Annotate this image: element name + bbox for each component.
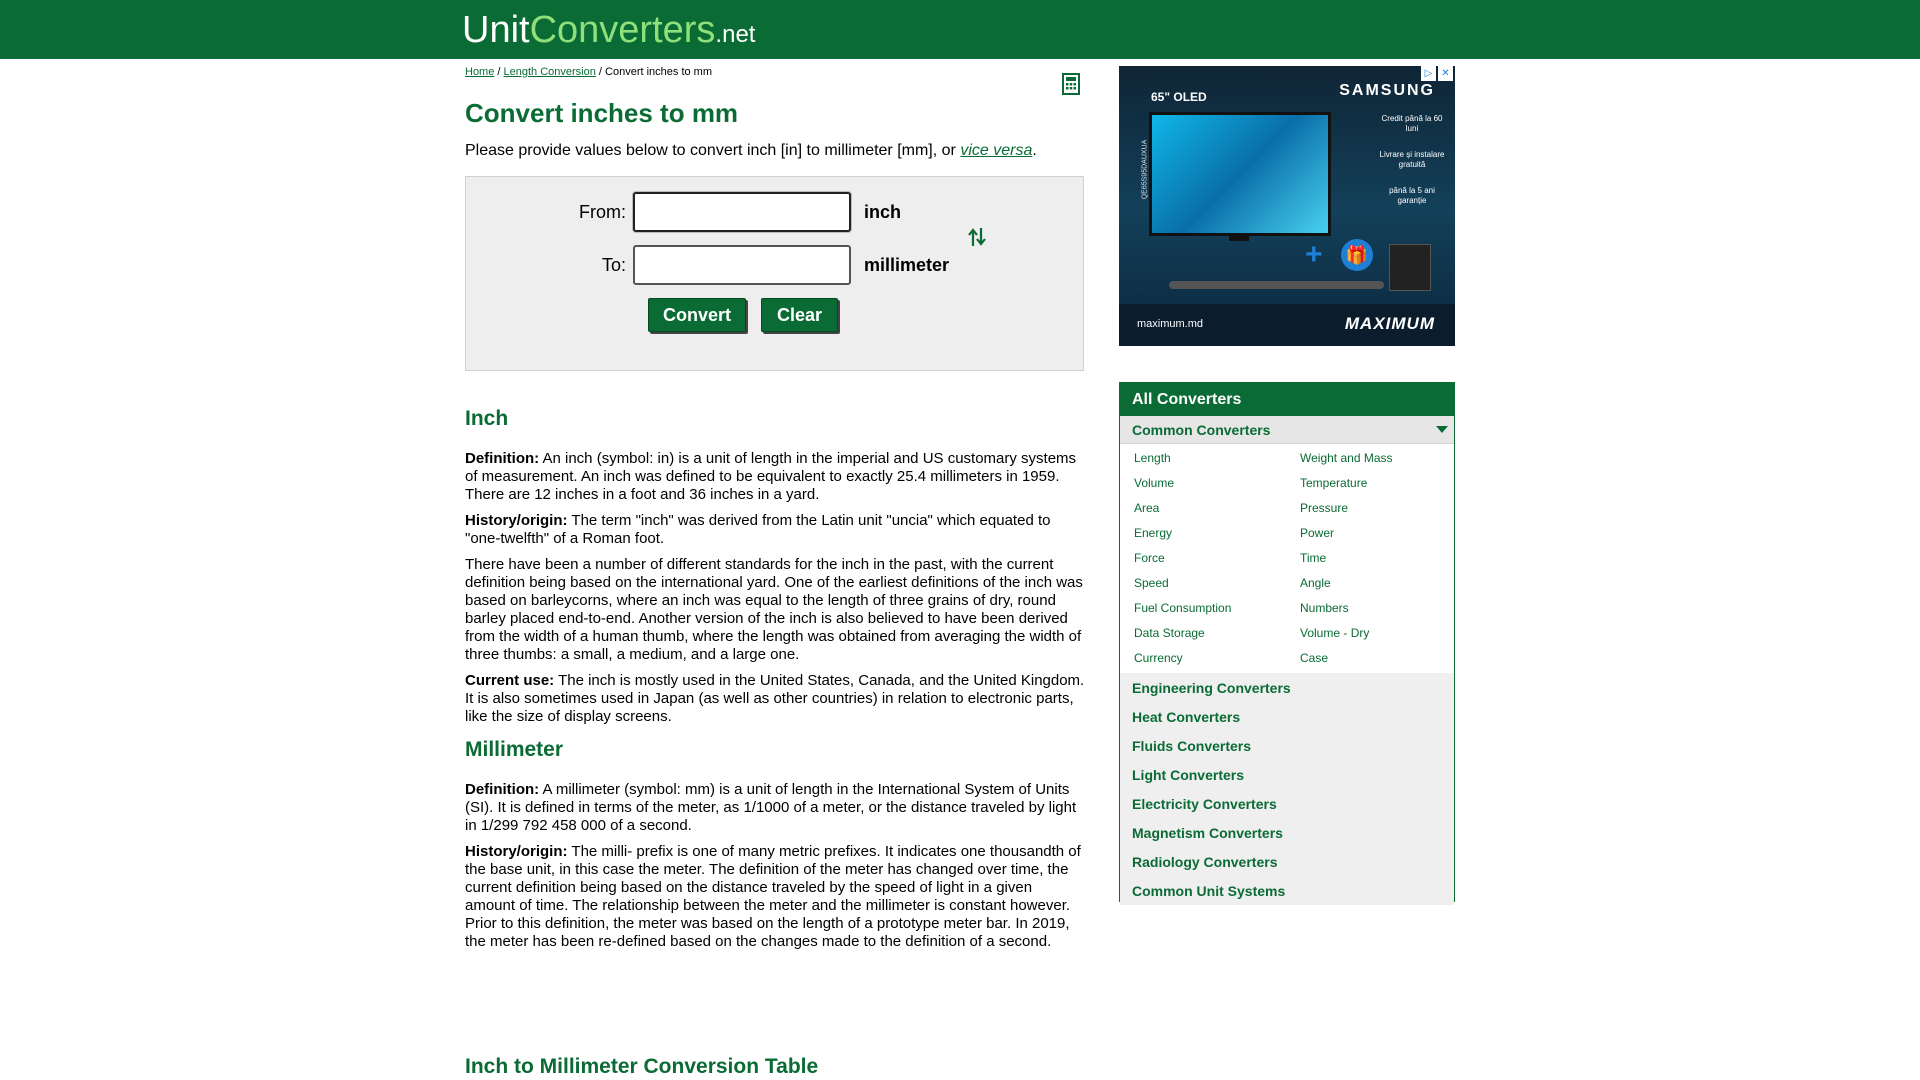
converter-link[interactable]: Area: [1134, 496, 1300, 521]
logo-converters-text: Converters: [529, 9, 716, 51]
inch-definition: Definition: An inch (symbol: in) is a un…: [465, 450, 1077, 503]
ad-size-label: 65" OLED: [1151, 90, 1207, 104]
ad-brand: SAMSUNG: [1339, 82, 1435, 99]
category-fluids[interactable]: Fluids Converters: [1120, 731, 1454, 760]
to-label: To:: [601, 255, 626, 275]
article-content: Inch Definition: An inch (symbol: in) is…: [465, 407, 1085, 951]
converter-link[interactable]: Data Storage: [1134, 621, 1300, 646]
ad-tv-image: [1149, 112, 1331, 236]
inch-heading: Inch: [465, 407, 509, 430]
common-converters-list: Length Weight and Mass Volume Temperatur…: [1120, 444, 1454, 673]
converter-link[interactable]: Currency: [1134, 646, 1300, 671]
converter-link[interactable]: Angle: [1300, 571, 1466, 596]
site-logo[interactable]: UnitConverters.net: [462, 9, 755, 52]
category-magnetism[interactable]: Magnetism Converters: [1120, 818, 1454, 847]
inch-history: History/origin: The term "inch" was deri…: [465, 512, 1051, 547]
converter-link[interactable]: Volume: [1134, 471, 1300, 496]
converter-form: From: inch To: millimeter Convert Clear: [465, 176, 1084, 371]
inch-history-paragraph: There have been a number of different st…: [465, 556, 1083, 663]
converter-link[interactable]: Speed: [1134, 571, 1300, 596]
millimeter-heading: Millimeter: [465, 738, 564, 761]
from-unit-label: inch: [864, 202, 902, 222]
converter-link[interactable]: Power: [1300, 521, 1466, 546]
ad-subwoofer-image: [1389, 244, 1431, 291]
clear-button[interactable]: Clear: [761, 298, 838, 332]
converter-link[interactable]: Fuel Consumption: [1134, 596, 1300, 621]
converter-link[interactable]: Time: [1300, 546, 1466, 571]
ad-close-icon[interactable]: ✕: [1438, 66, 1453, 81]
to-input[interactable]: [633, 245, 851, 285]
inch-current-use: Current use: The inch is mostly used in …: [465, 672, 1085, 725]
to-unit-label: millimeter: [864, 255, 950, 275]
millimeter-history: History/origin: The milli- prefix is one…: [465, 843, 1081, 950]
breadcrumb: Home / Length Conversion / Convert inche…: [465, 66, 712, 78]
converter-link[interactable]: Length: [1134, 446, 1300, 471]
gift-icon: 🎁: [1341, 239, 1373, 271]
top-header-bar: UnitConverters.net: [0, 0, 1920, 59]
ad-logo: MAXIMUM: [1344, 314, 1435, 333]
converter-link[interactable]: Force: [1134, 546, 1300, 571]
breadcrumb-home-link[interactable]: Home: [465, 66, 494, 78]
from-input[interactable]: [633, 192, 851, 232]
category-engineering[interactable]: Engineering Converters: [1120, 673, 1454, 702]
converter-link[interactable]: Temperature: [1300, 471, 1466, 496]
common-converters-label: Common Converters: [1132, 421, 1271, 438]
intro-sentence: Please provide values below to convert i…: [465, 142, 961, 159]
adchoices-icon[interactable]: ▷: [1421, 66, 1436, 81]
ad-model-code: QE65S95DAUXUA: [1141, 139, 1149, 200]
all-converters-header[interactable]: All Converters: [1120, 383, 1454, 416]
conversion-table-heading: Inch to Millimeter Conversion Table: [465, 1055, 819, 1078]
converter-link[interactable]: Volume - Dry: [1300, 621, 1466, 646]
converter-link[interactable]: Weight and Mass: [1300, 446, 1466, 471]
breadcrumb-length-link[interactable]: Length Conversion: [504, 66, 596, 78]
calculator-icon[interactable]: [1062, 73, 1080, 95]
converter-link[interactable]: Pressure: [1300, 496, 1466, 521]
breadcrumb-separator: /: [595, 66, 606, 78]
logo-tld-text: .net: [715, 21, 756, 48]
converter-link[interactable]: Energy: [1134, 521, 1300, 546]
breadcrumb-separator: /: [494, 66, 504, 78]
category-light[interactable]: Light Converters: [1120, 760, 1454, 789]
ad-tv-stand: [1229, 233, 1249, 241]
category-radiology[interactable]: Radiology Converters: [1120, 847, 1454, 876]
millimeter-definition: Definition: A millimeter (symbol: mm) is…: [465, 781, 1077, 834]
category-electricity[interactable]: Electricity Converters: [1120, 789, 1454, 818]
converter-link[interactable]: Numbers: [1300, 596, 1466, 621]
ad-plus-icon: +: [1305, 238, 1323, 271]
chevron-down-icon: [1436, 426, 1448, 433]
ad-side-text: Credit până la 60 luni Livrare și instal…: [1379, 114, 1445, 205]
logo-unit-text: Unit: [462, 9, 530, 51]
breadcrumb-current: Convert inches to mm: [605, 66, 713, 78]
all-converters-panel: All Converters Common Converters Length …: [1119, 382, 1455, 905]
ad-site: maximum.md: [1137, 318, 1204, 330]
convert-button[interactable]: Convert: [648, 298, 746, 332]
advertisement-banner[interactable]: 65" OLED SAMSUNG QE65S95DAUXUA Credit pâ…: [1119, 66, 1455, 346]
page-title: Convert inches to mm: [465, 98, 739, 128]
intro-text: Please provide values below to convert i…: [465, 142, 1037, 160]
intro-end: .: [1032, 142, 1037, 159]
vice-versa-link[interactable]: vice versa: [960, 142, 1032, 159]
converter-link[interactable]: Case: [1300, 646, 1466, 671]
from-label: From:: [579, 202, 626, 222]
category-heat[interactable]: Heat Converters: [1120, 702, 1454, 731]
common-converters-toggle[interactable]: Common Converters: [1120, 416, 1454, 444]
ad-soundbar-image: [1169, 281, 1384, 289]
category-unit-systems[interactable]: Common Unit Systems: [1120, 876, 1454, 905]
swap-units-icon[interactable]: [968, 226, 986, 248]
